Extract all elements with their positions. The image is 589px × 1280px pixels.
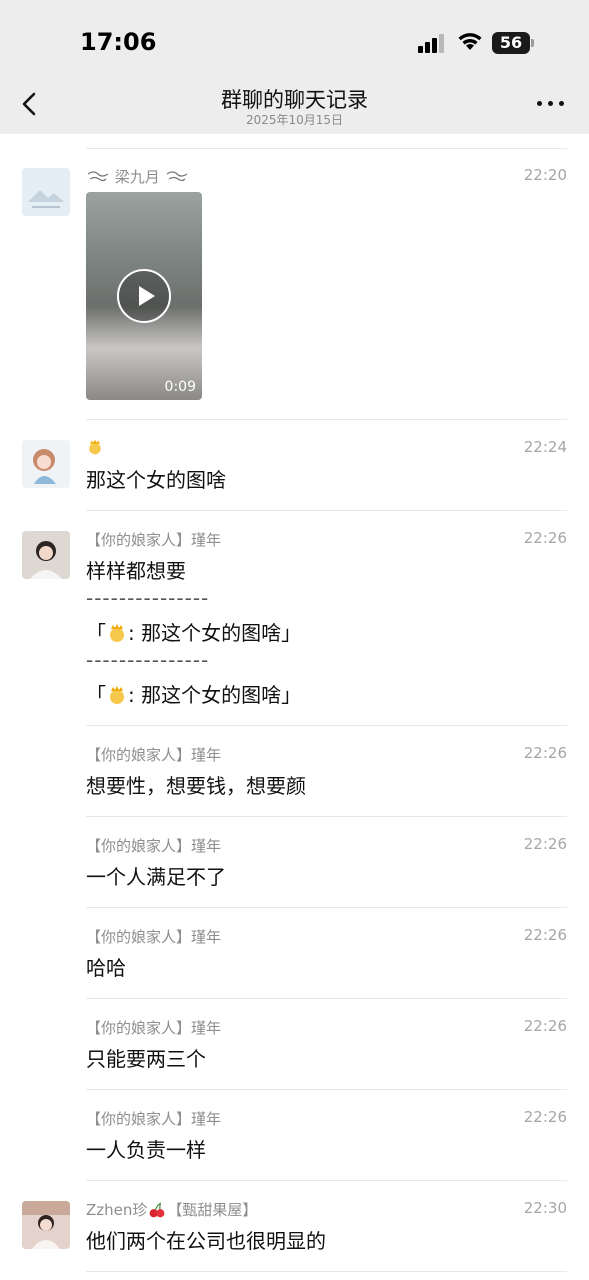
divider: [86, 510, 567, 511]
quote-separator: ---------------: [86, 586, 210, 610]
divider: [86, 1271, 567, 1272]
sender-name: 【你的娘家人】瑾年: [86, 746, 222, 764]
message-time: 22:26: [523, 744, 567, 762]
message-time: 22:26: [523, 926, 567, 944]
divider: [86, 419, 567, 420]
avatar[interactable]: [22, 440, 70, 488]
quote-separator: ---------------: [86, 648, 210, 672]
quoted-text: : 那这个女的图啥」: [128, 683, 302, 707]
wifi-icon: [458, 33, 482, 50]
avatar[interactable]: [22, 168, 70, 216]
wind-decoration-icon: [87, 171, 109, 182]
sender-name: [86, 438, 104, 456]
message-time: 22:26: [523, 529, 567, 547]
divider: [86, 816, 567, 817]
divider: [86, 1180, 567, 1181]
quote-open-bracket: 「: [86, 683, 106, 707]
avatar[interactable]: [22, 531, 70, 579]
sender-name: 【你的娘家人】瑾年: [86, 837, 222, 855]
video-duration: 0:09: [164, 379, 196, 395]
quote-open-bracket: 「: [86, 621, 106, 645]
play-icon[interactable]: [117, 269, 171, 323]
message-time: 22:26: [523, 835, 567, 853]
sender-name: 【你的娘家人】瑾年: [86, 1019, 222, 1037]
sender-name: 梁九月: [86, 166, 189, 187]
divider: [86, 907, 567, 908]
chat-record-list[interactable]: 梁九月 22:20 0:09 22:24 那这个女的图啥 【你的娘家人】瑾年 2…: [0, 134, 589, 1280]
message-time: 22:20: [523, 166, 567, 184]
quoted-message: 「 : 那这个女的图啥」: [86, 679, 301, 708]
message-time: 22:24: [523, 438, 567, 456]
video-thumbnail[interactable]: 0:09: [86, 192, 202, 400]
divider: [86, 1089, 567, 1090]
message-text: 样样都想要: [86, 559, 186, 583]
status-time: 17:06: [80, 28, 157, 56]
message-text: 他们两个在公司也很明显的: [86, 1229, 326, 1253]
status-bar: 17:06 56: [0, 0, 589, 76]
more-dots-icon[interactable]: [537, 98, 567, 110]
crown-emoji-icon: [110, 686, 124, 704]
message-text: 哈哈: [86, 956, 126, 980]
message-time: 22:30: [523, 1199, 567, 1217]
divider: [86, 148, 567, 149]
page-title: 群聊的聊天记录: [221, 88, 368, 112]
sender-name: 【你的娘家人】瑾年: [86, 1110, 222, 1128]
battery-icon: 56: [492, 32, 530, 54]
page-subtitle: 2025年10月15日: [245, 113, 344, 127]
crown-emoji-icon: [89, 439, 101, 455]
message-text: 一个人满足不了: [86, 865, 226, 889]
sender-group-tag: 【甄甜果屋】: [167, 1201, 258, 1219]
cellular-signal-icon: [418, 33, 448, 53]
wind-decoration-icon: [166, 171, 187, 182]
avatar[interactable]: [22, 1201, 70, 1249]
sender-name-text: 梁九月: [114, 168, 160, 186]
message-text: 一人负责一样: [86, 1138, 206, 1162]
message-time: 22:26: [523, 1108, 567, 1126]
sender-name-text: Zzhen珍: [86, 1201, 148, 1219]
battery-cap: [531, 39, 534, 47]
divider: [86, 998, 567, 999]
sender-name: 【你的娘家人】瑾年: [86, 928, 222, 946]
message-text: 想要性，想要钱，想要颜: [86, 774, 306, 798]
nav-bar: 群聊的聊天记录 2025年10月15日: [0, 76, 589, 134]
message-text: 只能要两三个: [86, 1047, 206, 1071]
divider: [86, 725, 567, 726]
crown-emoji-icon: [110, 624, 124, 642]
sender-name: 【你的娘家人】瑾年: [86, 531, 222, 549]
message-time: 22:26: [523, 1017, 567, 1035]
quoted-message: 「 : 那这个女的图啥」: [86, 617, 301, 646]
sender-name: Zzhen珍 【甄甜果屋】: [86, 1199, 257, 1220]
message-text: 那这个女的图啥: [86, 468, 226, 492]
quoted-text: : 那这个女的图啥」: [128, 621, 302, 645]
cherry-emoji-icon: [150, 1202, 165, 1218]
